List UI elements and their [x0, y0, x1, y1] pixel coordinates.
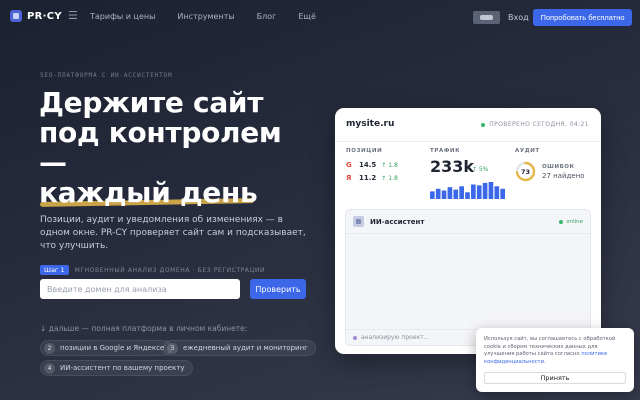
traffic-bar	[430, 191, 435, 199]
feature-pill: 3 ежедневный аудит и мониторинг	[163, 340, 316, 356]
site-header: PR·CY ☰ Тарифы и цены Инструменты Блог Е…	[0, 0, 640, 34]
nav-item-tools[interactable]: Инструменты	[177, 12, 234, 21]
status-dot-icon	[481, 122, 486, 127]
language-switcher[interactable]	[473, 11, 500, 24]
position-value: 11.2	[359, 174, 377, 182]
feature-number: 2	[44, 342, 55, 354]
feature-label: позиции в Google и Яндексе	[60, 344, 165, 352]
position-delta: ↑ 1.8	[381, 174, 398, 182]
nav-item-blog[interactable]: Блог	[257, 12, 277, 21]
headline-line-1: Держите сайт	[39, 86, 264, 119]
logo-icon	[10, 10, 22, 22]
headline-line-2: под контролем	[39, 116, 282, 149]
cookie-text: Используя сайт, вы соглашаетесь с обрабо…	[484, 336, 628, 366]
nav-item-more[interactable]: Ещё	[298, 12, 316, 21]
online-dot-icon	[559, 220, 564, 224]
traffic-bar	[488, 182, 494, 199]
traffic-bar	[441, 190, 447, 199]
position-value: 14.5	[359, 161, 377, 169]
check-status: ПРОВЕРЕНО СЕГОДНЯ, 04:21	[481, 121, 589, 128]
hero-lead: Позиции, аудит и уведомления об изменени…	[40, 215, 306, 251]
traffic-bar	[465, 192, 470, 199]
traffic-bar-chart	[430, 182, 505, 199]
check-button[interactable]: Проверить	[250, 279, 306, 299]
feature-label: ежедневный аудит и мониторинг	[183, 344, 308, 352]
logo-text: PR·CY	[27, 10, 62, 22]
headline-line-3: —	[39, 146, 67, 179]
cookie-accept-button[interactable]: Принять	[484, 372, 626, 384]
traffic-value: 233k	[430, 157, 475, 176]
divider	[335, 141, 601, 142]
position-row: Я 11.2 ↑ 1.8	[346, 174, 398, 182]
positions-title: ПОЗИЦИИ	[346, 148, 383, 154]
feature-pill: 4 ИИ-ассистент по вашему проекту	[40, 360, 193, 376]
main-nav: Тарифы и цены Инструменты Блог Ещё	[90, 12, 316, 21]
traffic-delta: ↑ 5%	[472, 166, 489, 173]
nav-item-pricing[interactable]: Тарифы и цены	[90, 12, 155, 21]
feature-number: 3	[167, 342, 178, 354]
feature-number: 4	[44, 362, 55, 374]
ai-assistant-panel: ИИ-ассистент online анализирую проект...	[345, 209, 591, 346]
headline-line-4: каждый день	[39, 176, 258, 209]
position-delta: ↑ 1.8	[381, 161, 398, 169]
flag-icon	[480, 15, 493, 20]
domain-input[interactable]	[40, 279, 240, 299]
traffic-bar	[494, 186, 500, 199]
traffic-title: ТРАФИК	[430, 148, 461, 154]
typing-dot-icon	[353, 335, 357, 340]
ai-online-status: online	[559, 219, 583, 225]
cookie-banner: Используя сайт, вы соглашаетесь с обрабо…	[476, 328, 634, 392]
google-icon: G	[346, 161, 352, 169]
traffic-bar	[459, 186, 464, 199]
yandex-icon: Я	[346, 174, 352, 182]
logo[interactable]: PR·CY	[10, 10, 62, 22]
step-note: МГНОВЕННЫЙ АНАЛИЗ ДОМЕНА · БЕЗ РЕГИСТРАЦ…	[74, 266, 266, 274]
step-row: Шаг 1 МГНОВЕННЫЙ АНАЛИЗ ДОМЕНА · БЕЗ РЕГ…	[40, 265, 265, 275]
feature-label: ИИ-ассистент по вашему проекту	[60, 364, 185, 372]
ai-online-text: online	[566, 219, 583, 225]
ai-typing-indicator: анализирую проект...	[353, 334, 429, 341]
ai-avatar-icon	[353, 216, 364, 227]
ai-title: ИИ-ассистент	[370, 218, 425, 226]
site-name: mysite.ru	[346, 119, 395, 129]
position-row: G 14.5 ↑ 1.8	[346, 161, 398, 169]
audit-title: АУДИТ	[515, 148, 540, 154]
traffic-bar	[471, 184, 476, 199]
step-badge: Шаг 1	[40, 265, 69, 275]
ai-panel-header: ИИ-ассистент online	[346, 210, 590, 234]
login-link[interactable]: Вход	[508, 13, 529, 22]
dashboard-card: mysite.ru ПРОВЕРЕНО СЕГОДНЯ, 04:21 ПОЗИЦ…	[335, 108, 601, 354]
errors-label: ОШИБОК	[542, 164, 575, 170]
errors-found: 27 найдено	[542, 172, 585, 180]
hero-eyebrow: SEO-ПЛАТФОРМА С ИИ-АССИСТЕНТОМ	[40, 72, 173, 79]
traffic-bar	[435, 188, 441, 199]
traffic-bar	[500, 188, 505, 199]
check-status-text: ПРОВЕРЕНО СЕГОДНЯ, 04:21	[489, 121, 589, 128]
feature-pill: 2 позиции в Google и Яндексе	[40, 340, 173, 356]
traffic-bar	[447, 187, 453, 199]
hamburger-menu-icon[interactable]: ☰	[68, 10, 78, 22]
more-note: ↓ дальше — полная платформа в личном каб…	[40, 324, 248, 333]
audit-score: 73	[520, 167, 531, 176]
traffic-bar	[453, 189, 459, 199]
try-free-button[interactable]: Попробовать бесплатно	[533, 9, 632, 26]
traffic-bar	[476, 185, 482, 199]
traffic-bar	[482, 182, 488, 199]
ai-typing-text: анализирую проект...	[361, 334, 430, 341]
